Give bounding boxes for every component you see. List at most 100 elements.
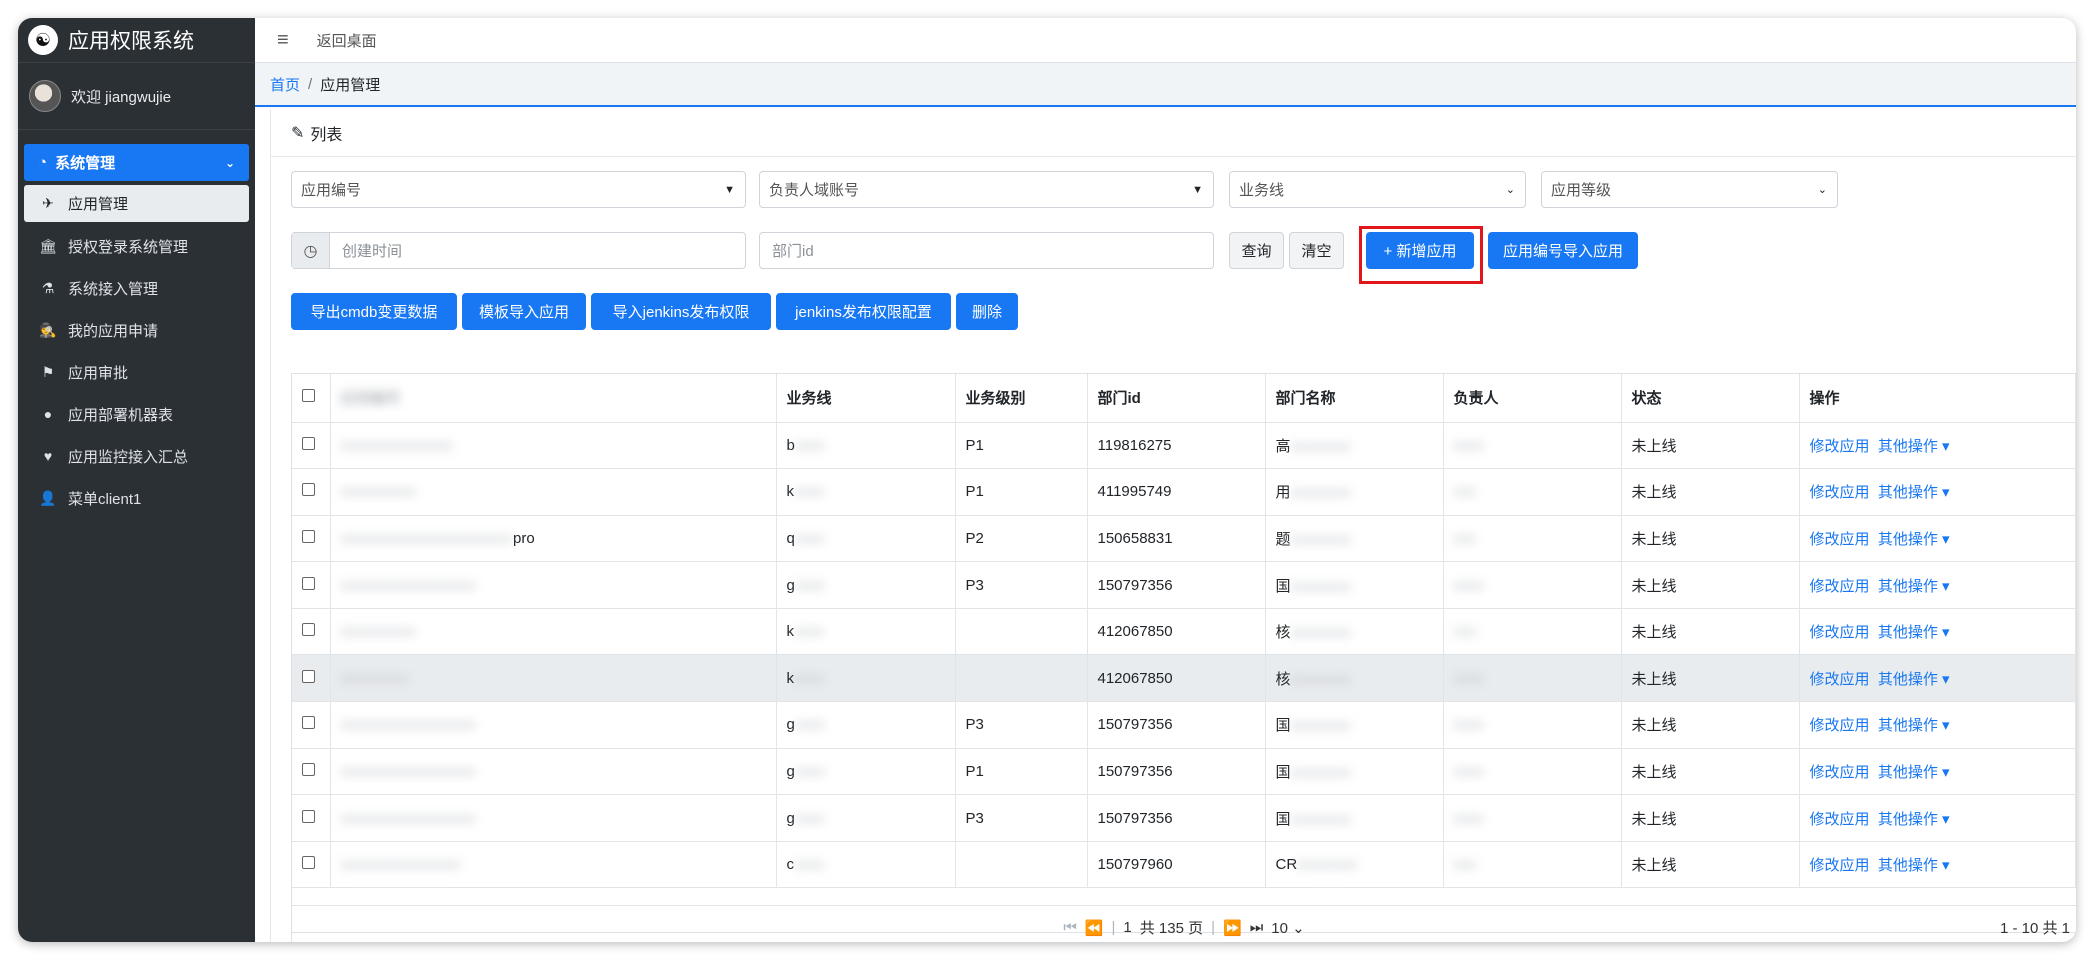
row-checkbox[interactable] — [302, 809, 315, 823]
row-checkbox[interactable] — [302, 576, 315, 590]
nav-group-system[interactable]: ◔ 系统管理 ⌄ — [24, 144, 249, 181]
more-actions-dropdown[interactable]: 其他操作 ▾ — [1878, 811, 1950, 828]
import-jenkins-button[interactable]: 导入jenkins发布权限 — [591, 293, 771, 330]
col-business-line[interactable]: 业务线 — [776, 374, 956, 423]
last-page-icon[interactable]: ⏭ — [1250, 919, 1264, 936]
more-actions-dropdown[interactable]: 其他操作 ▾ — [1878, 671, 1950, 688]
col-dept-name[interactable]: 部门名称 — [1265, 374, 1444, 423]
edit-app-link[interactable]: 修改应用 — [1810, 531, 1870, 548]
table-row[interactable]: xxxxxxxxxxxxxxxxxxxxxxxpro qxxxx P2 1506588… — [292, 515, 2076, 563]
sidebar-item-menu-client1[interactable]: 👤 菜单client1 — [24, 477, 249, 519]
page-size-select[interactable]: 10 ⌄ — [1271, 919, 1304, 937]
sidebar-item-my-requests[interactable]: 🕵 我的应用申请 — [24, 309, 249, 351]
table-row[interactable]: xxxxxxxxxxxxxxxxxx gxxxx P1 150797356 国xxxxx… — [292, 748, 2076, 796]
more-actions-dropdown[interactable]: 其他操作 ▾ — [1878, 438, 1950, 455]
row-checkbox[interactable] — [302, 623, 315, 637]
more-actions-dropdown[interactable]: 其他操作 ▾ — [1878, 484, 1950, 501]
edit-app-link[interactable]: 修改应用 — [1810, 717, 1870, 734]
back-to-desktop-link[interactable]: 返回桌面 — [317, 30, 377, 51]
brand[interactable]: ☯ 应用权限系统 — [18, 18, 255, 63]
col-business-level[interactable]: 业务级别 — [955, 374, 1088, 423]
more-actions-dropdown[interactable]: 其他操作 ▾ — [1878, 717, 1950, 734]
more-actions-dropdown[interactable]: 其他操作 ▾ — [1878, 578, 1950, 595]
select-all-checkbox[interactable] — [302, 389, 315, 403]
create-time-input[interactable]: 创建时间 — [330, 240, 402, 261]
edit-app-link[interactable]: 修改应用 — [1810, 857, 1870, 874]
app-code-value: xxxxxxxxxxxxxxx — [340, 436, 454, 454]
add-app-button[interactable]: + 新增应用 — [1366, 232, 1474, 269]
more-actions-dropdown[interactable]: 其他操作 ▾ — [1878, 624, 1950, 641]
more-actions-dropdown[interactable]: 其他操作 ▾ — [1878, 531, 1950, 548]
query-button[interactable]: 查询 — [1229, 232, 1284, 269]
edit-app-link[interactable]: 修改应用 — [1810, 578, 1870, 595]
col-app-code[interactable]: 应用编号 — [330, 374, 777, 423]
sidebar-item-monitoring[interactable]: ♥ 应用监控接入汇总 — [24, 435, 249, 477]
edit-icon: ✎ — [291, 124, 305, 142]
owner-account-select[interactable]: 负责人域账号 ▼ — [759, 171, 1214, 208]
template-import-button[interactable]: 模板导入应用 — [462, 293, 586, 330]
table-row[interactable]: xxxxxxxxxxxxxxxx cxxxx 150797960 CRxxxxxxxx… — [292, 841, 2076, 889]
business-line-cell: qxxxx — [776, 515, 956, 563]
first-page-icon[interactable]: ⏮ — [1063, 919, 1077, 936]
next-page-icon[interactable]: ⏩ — [1223, 919, 1242, 937]
export-cmdb-button[interactable]: 导出cmdb变更数据 — [291, 293, 457, 330]
jenkins-config-button[interactable]: jenkins发布权限配置 — [776, 293, 951, 330]
business-line-cell: kxxxx — [776, 468, 956, 516]
current-page[interactable]: 1 — [1123, 919, 1131, 936]
row-checkbox[interactable] — [302, 529, 315, 543]
table-row[interactable]: xxxxxxxxxxxxxxxxxx gxxxx P3 150797356 国xxxxx… — [292, 701, 2076, 749]
table-row[interactable]: xxxxxxxxxx kxxxx P1 411995749 用xxxxxxxx xxx 未上… — [292, 468, 2076, 516]
more-actions-dropdown[interactable]: 其他操作 ▾ — [1878, 857, 1950, 874]
edit-app-link[interactable]: 修改应用 — [1810, 764, 1870, 781]
business-line-value: q — [786, 529, 795, 547]
sidebar-item-deploy-machines[interactable]: ● 应用部署机器表 — [24, 393, 249, 435]
more-actions-dropdown[interactable]: 其他操作 ▾ — [1878, 764, 1950, 781]
import-by-code-button[interactable]: 应用编号导入应用 — [1488, 232, 1638, 269]
dept-id-input[interactable]: 部门id — [759, 232, 1214, 269]
business-line-select[interactable]: 业务线 ⌄ — [1229, 171, 1526, 208]
row-checkbox[interactable] — [302, 483, 315, 497]
table-row[interactable]: xxxxxxxxxx kxxxx 412067850 核xxxxxxxx xxx 未上线修… — [292, 608, 2076, 656]
app-code-cell: xxxxxxxxxxxxxxxxxx — [330, 561, 777, 609]
prev-page-icon[interactable]: ⏪ — [1085, 919, 1104, 937]
sidebar-item-app-management[interactable]: ✈ 应用管理 — [24, 185, 249, 222]
table-empty-row — [292, 887, 2076, 907]
clear-button[interactable]: 清空 — [1289, 232, 1344, 269]
more-actions-label: 其他操作 — [1877, 484, 1938, 502]
edit-app-link[interactable]: 修改应用 — [1810, 624, 1870, 641]
app-level-select[interactable]: 应用等级 ⌄ — [1541, 171, 1838, 208]
row-checkbox[interactable] — [302, 716, 315, 730]
table-row[interactable]: xxxxxxxxxxxxxxxxxx gxxxx P3 150797356 国xxxxx… — [292, 794, 2076, 842]
app-code-select[interactable]: 应用编号 ▼ — [291, 171, 746, 208]
delete-button[interactable]: 删除 — [956, 293, 1018, 330]
panel-header: ✎ 列表 — [271, 109, 2076, 157]
sidebar-item-auth-login[interactable]: 🏛 授权登录系统管理 — [24, 225, 249, 267]
edit-app-link[interactable]: 修改应用 — [1810, 484, 1870, 501]
sidebar-nav: ◔ 系统管理 ⌄ ✈ 应用管理 🏛 授权登录系统管理 ⚗ 系统接入管理 🕵 我的… — [18, 130, 255, 519]
business-line-cell: kxxxx — [776, 654, 956, 703]
owner-cell: xxx — [1443, 515, 1622, 563]
edit-app-link[interactable]: 修改应用 — [1810, 811, 1870, 828]
edit-app-link[interactable]: 修改应用 — [1810, 671, 1870, 688]
sidebar-item-system-access[interactable]: ⚗ 系统接入管理 — [24, 267, 249, 309]
col-owner[interactable]: 负责人 — [1443, 374, 1622, 423]
table-row[interactable]: xxxxxxxxxxxxxxx bxxxx P1 119816275 高xxxxxxxx… — [292, 422, 2076, 470]
edit-app-link[interactable]: 修改应用 — [1810, 438, 1870, 455]
more-actions-label: 其他操作 — [1877, 577, 1938, 595]
hamburger-menu-icon[interactable]: ≡ — [277, 29, 289, 52]
dept-id-cell: 150797356 — [1087, 701, 1266, 749]
row-checkbox[interactable] — [302, 856, 315, 870]
create-time-input-group[interactable]: ◷ 创建时间 — [291, 232, 746, 269]
breadcrumb-home-link[interactable]: 首页 — [270, 74, 300, 95]
breadcrumb-current: 应用管理 — [320, 76, 381, 94]
col-dept-id[interactable]: 部门id — [1087, 374, 1266, 423]
row-checkbox-cell — [292, 654, 331, 703]
table-row[interactable]: xxxxxxxxx kxxxx 412067850 核xxxxxxxx xxxx 未上线修… — [292, 654, 2076, 703]
sidebar-item-approval[interactable]: ⚑ 应用审批 — [24, 351, 249, 393]
row-checkbox[interactable] — [302, 762, 315, 776]
col-status[interactable]: 状态 — [1621, 374, 1800, 423]
row-checkbox[interactable] — [302, 669, 315, 683]
table-row[interactable]: xxxxxxxxxxxxxxxxxx gxxxx P3 150797356 国xxxxx… — [292, 561, 2076, 609]
row-checkbox[interactable] — [302, 436, 315, 450]
dept-name-cell: 国xxxxxxxx — [1265, 794, 1444, 842]
